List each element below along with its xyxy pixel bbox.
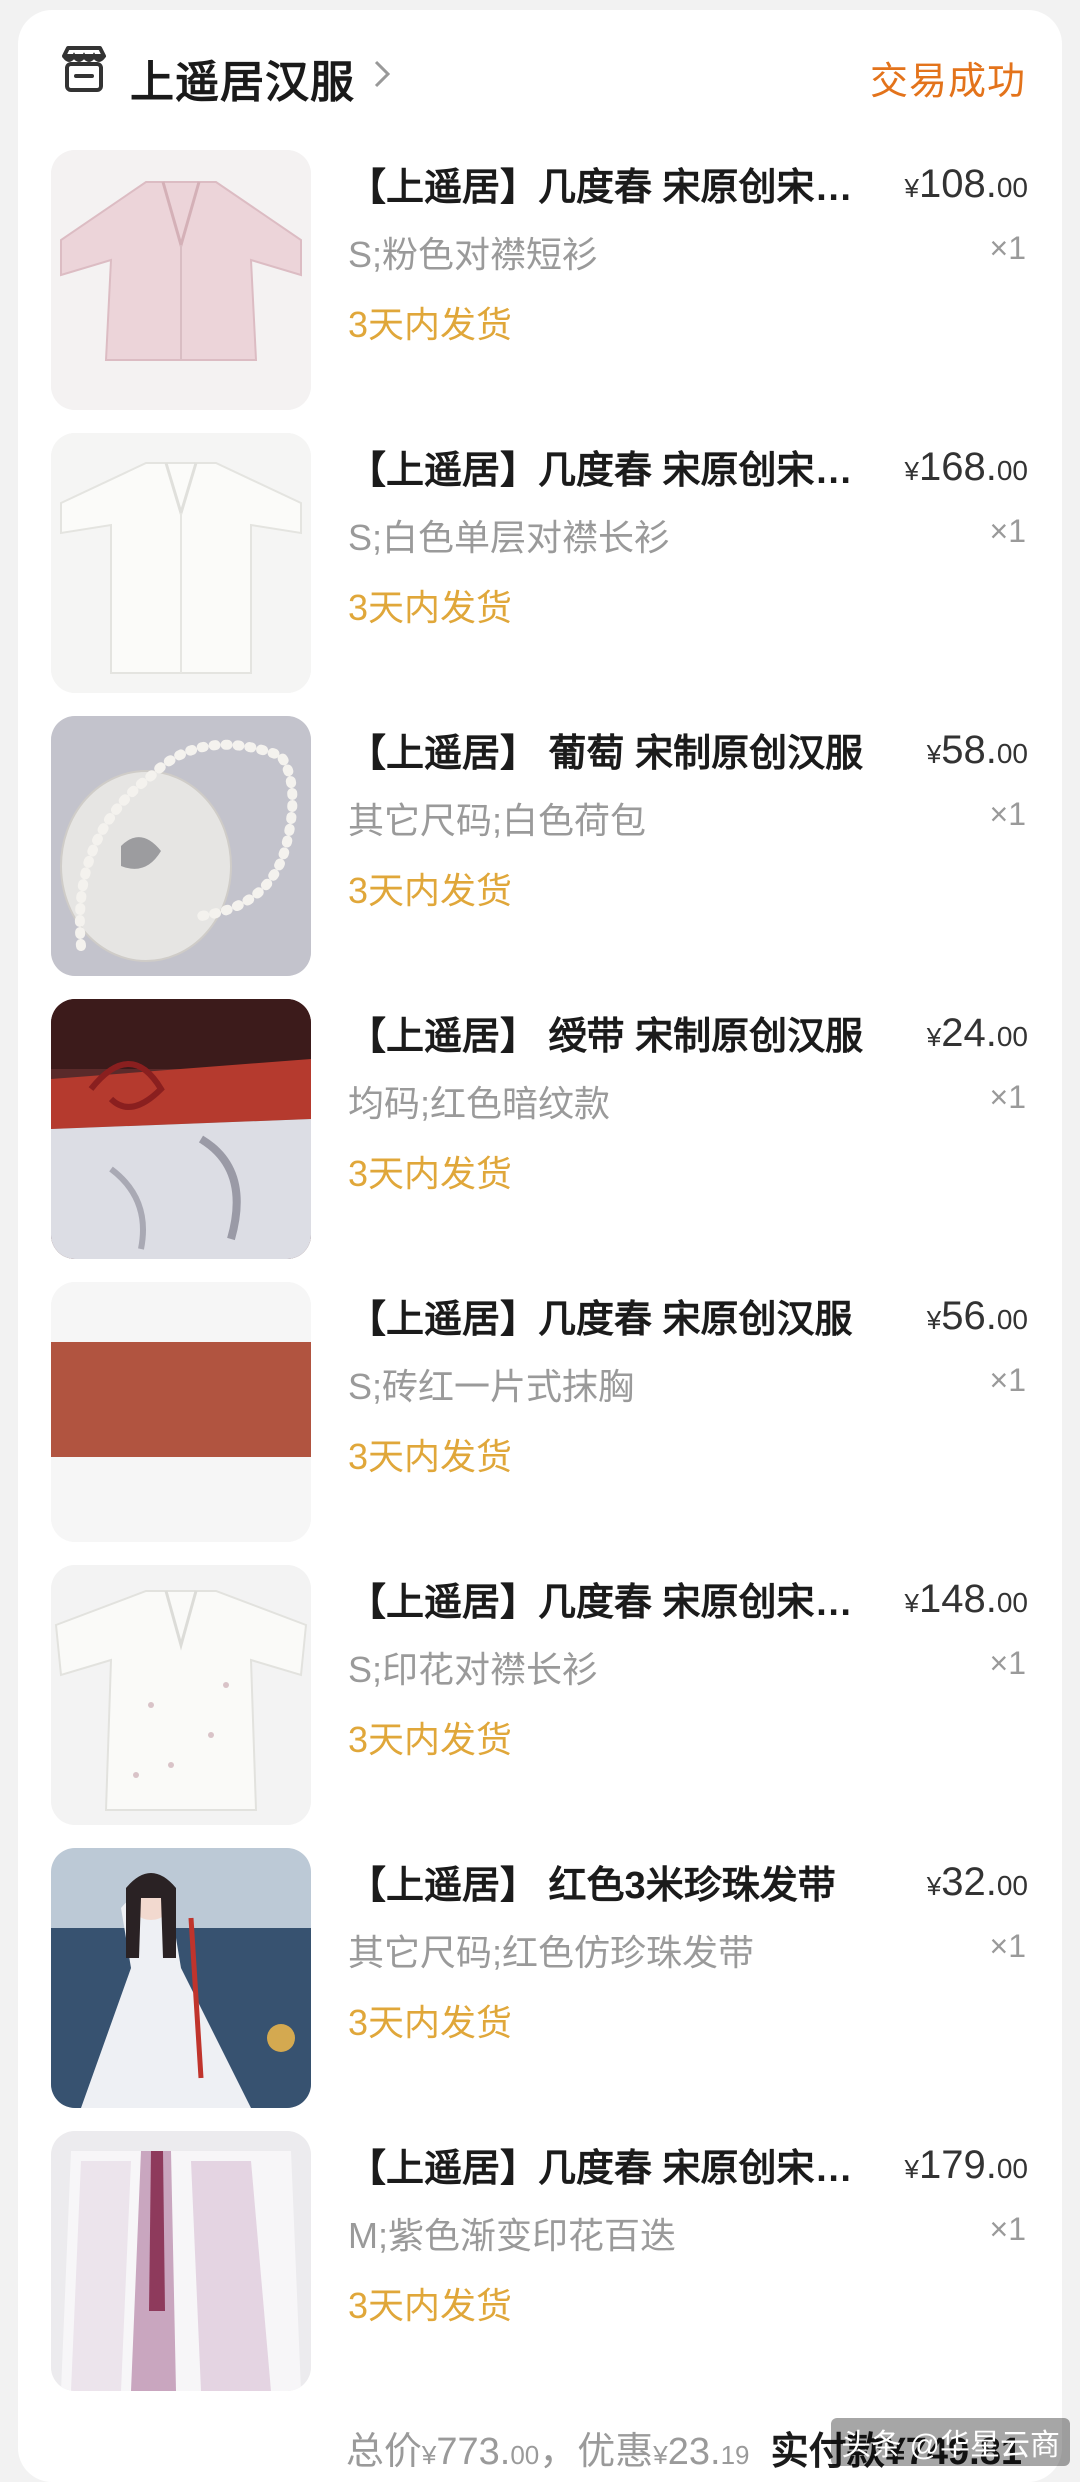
product-price: ¥56.00 [927, 1294, 1028, 1339]
product-quantity: ×1 [989, 230, 1026, 266]
product-title[interactable]: 【上遥居】 红色3米珍珠发带 [348, 1854, 878, 1909]
product-image-printed-robe[interactable] [51, 1565, 311, 1825]
shipping-note: 3天内发货 [348, 1153, 513, 1194]
product-sku: S;印花对襟长衫 [348, 1649, 599, 1690]
shipping-note: 3天内发货 [348, 1719, 513, 1760]
price-decimal: 00 [996, 172, 1028, 203]
order-item[interactable]: 【上遥居】 绶带 宋制原创汉服 ¥24.00 均码;红色暗纹款 ×1 3天内发货 [18, 987, 1062, 1270]
price-decimal: 00 [996, 738, 1028, 769]
product-image-purple-skirt[interactable] [51, 2131, 311, 2391]
product-title[interactable]: 【上遥居】几度春 宋原创宋制汉服 [348, 156, 878, 211]
product-quantity: ×1 [989, 1079, 1026, 1115]
product-sku: S;砖红一片式抹胸 [348, 1366, 635, 1407]
order-item[interactable]: 【上遥居】几度春 宋原创宋制汉服 ¥168.00 S;白色单层对襟长衫 ×1 3… [18, 421, 1062, 704]
product-title[interactable]: 【上遥居】几度春 宋原创宋制汉服 [348, 439, 878, 494]
price-decimal: 00 [996, 2153, 1028, 2184]
product-quantity: ×1 [989, 2211, 1026, 2247]
price-integer: 32. [941, 1860, 997, 1904]
currency-symbol: ¥ [904, 456, 919, 486]
product-quantity: ×1 [989, 1645, 1026, 1681]
order-status: 交易成功 [869, 61, 1026, 103]
product-image-red-bodice[interactable] [51, 1282, 311, 1542]
price-decimal: 00 [996, 1021, 1028, 1052]
discount-decimal: 19 [720, 2440, 750, 2470]
chevron-right-icon[interactable] [368, 54, 396, 94]
product-title[interactable]: 【上遥居】几度春 宋原创汉服 [348, 1288, 878, 1343]
price-decimal: 00 [996, 1587, 1028, 1618]
order-item[interactable]: 【上遥居】几度春 宋原创宋制汉服 ¥148.00 S;印花对襟长衫 ×1 3天内… [18, 1553, 1062, 1836]
order-header: 上遥居汉服 交易成功 [18, 10, 1062, 140]
watermark: 头条 @华星云商 [831, 2418, 1070, 2466]
order-card[interactable]: 上遥居汉服 交易成功 【上遥居】几度春 宋原创宋制汉服 ¥108.00 S;粉色… [18, 10, 1062, 2482]
currency-symbol: ¥ [421, 2440, 437, 2470]
product-image-pouch[interactable] [51, 716, 311, 976]
product-image-ribbon-belt[interactable] [51, 999, 311, 1259]
discount-label: 优惠 [577, 2431, 654, 2473]
price-integer: 179. [918, 2143, 997, 2187]
product-title[interactable]: 【上遥居】 葡萄 宋制原创汉服 [348, 722, 878, 777]
price-decimal: 00 [996, 1304, 1028, 1335]
product-quantity: ×1 [989, 513, 1026, 549]
product-sku: S;粉色对襟短衫 [348, 234, 599, 275]
price-decimal: 00 [996, 1870, 1028, 1901]
product-title[interactable]: 【上遥居】几度春 宋原创宋制汉服 [348, 2137, 878, 2192]
price-integer: 108. [918, 162, 997, 206]
product-sku: M;紫色渐变印花百迭 [348, 2215, 676, 2256]
product-title[interactable]: 【上遥居】几度春 宋原创宋制汉服 [348, 1571, 878, 1626]
price-integer: 168. [918, 445, 997, 489]
price-integer: 24. [941, 1011, 997, 1055]
shipping-note: 3天内发货 [348, 1436, 513, 1477]
order-item[interactable]: 【上遥居】 红色3米珍珠发带 ¥32.00 其它尺码;红色仿珍珠发带 ×1 3天… [18, 1836, 1062, 2119]
currency-symbol: ¥ [926, 1305, 942, 1335]
currency-symbol: ¥ [904, 173, 919, 203]
shipping-note: 3天内发货 [348, 304, 513, 345]
currency-symbol: ¥ [926, 1871, 942, 1901]
price-integer: 56. [941, 1294, 997, 1338]
product-sku: 均码;红色暗纹款 [348, 1083, 611, 1124]
total-decimal: 00 [510, 2440, 540, 2470]
total-integer: 773. [436, 2431, 511, 2473]
shipping-note: 3天内发货 [348, 870, 513, 911]
shop-name[interactable]: 上遥居汉服 [130, 46, 355, 110]
product-image-pink-jacket[interactable] [51, 150, 311, 410]
product-price: ¥168.00 [905, 445, 1028, 490]
product-image-model-seaside[interactable] [51, 1848, 311, 2108]
currency-symbol: ¥ [926, 739, 942, 769]
product-quantity: ×1 [989, 796, 1026, 832]
currency-symbol: ¥ [926, 1022, 942, 1052]
price-integer: 58. [941, 728, 997, 772]
product-quantity: ×1 [989, 1362, 1026, 1398]
shipping-note: 3天内发货 [348, 587, 513, 628]
order-item[interactable]: 【上遥居】 葡萄 宋制原创汉服 ¥58.00 其它尺码;白色荷包 ×1 3天内发… [18, 704, 1062, 987]
order-items: 【上遥居】几度春 宋原创宋制汉服 ¥108.00 S;粉色对襟短衫 ×1 3天内… [18, 138, 1062, 2402]
product-price: ¥24.00 [927, 1011, 1028, 1056]
order-item[interactable]: 【上遥居】几度春 宋原创宋制汉服 ¥179.00 M;紫色渐变印花百迭 ×1 3… [18, 2119, 1062, 2402]
currency-symbol: ¥ [653, 2440, 668, 2470]
product-price: ¥32.00 [927, 1860, 1028, 1905]
separator: ， [539, 2431, 578, 2473]
order-item[interactable]: 【上遥居】几度春 宋原创汉服 ¥56.00 S;砖红一片式抹胸 ×1 3天内发货 [18, 1270, 1062, 1553]
product-price: ¥179.00 [905, 2143, 1028, 2188]
product-price: ¥148.00 [905, 1577, 1028, 1622]
product-sku: 其它尺码;白色荷包 [348, 800, 647, 841]
product-price: ¥108.00 [905, 162, 1028, 207]
product-sku: 其它尺码;红色仿珍珠发带 [348, 1932, 755, 1973]
price-decimal: 00 [996, 455, 1028, 486]
order-item[interactable]: 【上遥居】几度春 宋原创宋制汉服 ¥108.00 S;粉色对襟短衫 ×1 3天内… [18, 138, 1062, 421]
product-title[interactable]: 【上遥居】 绶带 宋制原创汉服 [348, 1005, 878, 1060]
product-sku: S;白色单层对襟长衫 [348, 517, 671, 558]
product-image-white-robe[interactable] [51, 433, 311, 693]
shipping-note: 3天内发货 [348, 2002, 513, 2043]
shop-icon [62, 46, 106, 92]
shipping-note: 3天内发货 [348, 2285, 513, 2326]
discount-integer: 23. [667, 2431, 721, 2473]
price-integer: 148. [918, 1577, 997, 1621]
product-price: ¥58.00 [927, 728, 1028, 773]
currency-symbol: ¥ [904, 1588, 919, 1618]
currency-symbol: ¥ [904, 2154, 919, 2184]
product-quantity: ×1 [989, 1928, 1026, 1964]
total-label: 总价 [345, 2431, 422, 2473]
